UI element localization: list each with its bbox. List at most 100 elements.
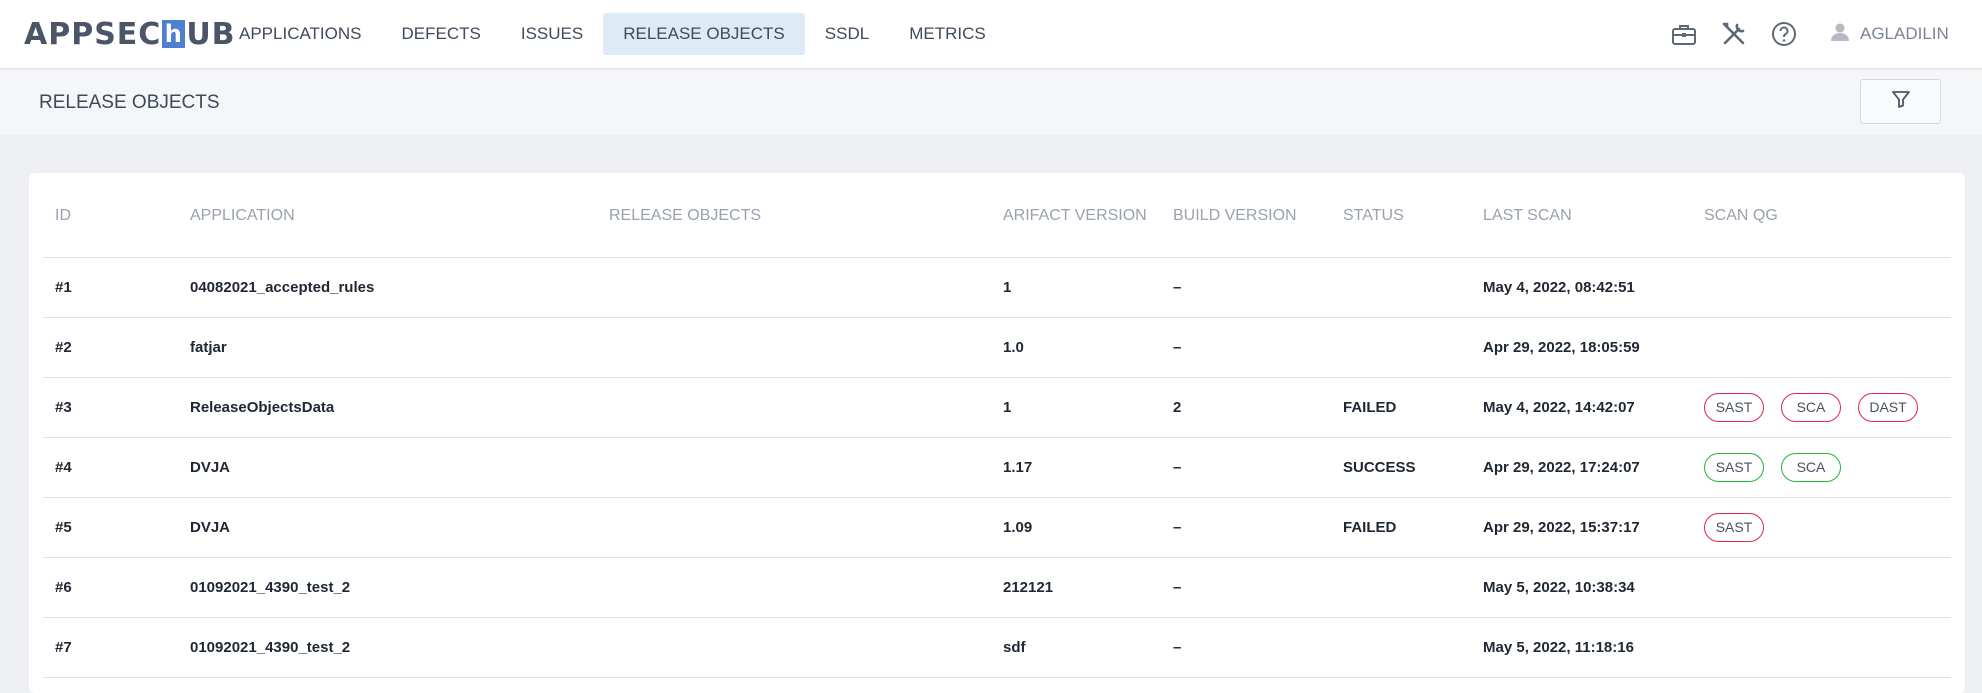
row-id: #2: [43, 317, 178, 378]
table-row[interactable]: #6 01092021_4390_test_2 212121– May 5, 2022…: [43, 557, 1951, 618]
row-artifact-version: 1.09: [991, 497, 1161, 558]
row-id: #4: [43, 437, 178, 498]
row-last-scan: Apr 29, 2022, 17:24:07: [1471, 437, 1692, 498]
row-release-objects: [597, 317, 991, 378]
row-id: #7: [43, 617, 178, 678]
scan-qg-badge-sast[interactable]: SAST: [1704, 512, 1764, 542]
nav-item-ssdl[interactable]: SSDL: [805, 13, 889, 55]
filter-button[interactable]: [1860, 79, 1941, 124]
row-build-version: –: [1161, 257, 1331, 318]
table-row[interactable]: #7 01092021_4390_test_2 sdf – May 5, 2022, 1…: [43, 617, 1951, 678]
column-header-scan-qg[interactable]: SCAN QG: [1692, 173, 1951, 258]
user-menu[interactable]: AGLADILIN: [1830, 22, 1949, 47]
table-row[interactable]: #2 fatjar 1.0– Apr 29, 2022, 18:05:59: [43, 317, 1951, 378]
row-artifact-version: 1: [991, 257, 1161, 318]
row-scan-qg: [1692, 617, 1951, 678]
user-icon: [1830, 22, 1850, 47]
row-scan-qg: [1692, 257, 1951, 318]
row-status: FAILED: [1331, 497, 1471, 558]
nav-item-issues[interactable]: ISSUES: [501, 13, 603, 55]
row-last-scan: May 5, 2022, 11:18:16: [1471, 617, 1692, 678]
column-header-application[interactable]: APPLICATION: [178, 173, 597, 258]
row-last-scan: May 4, 2022, 14:42:07: [1471, 377, 1692, 438]
main-nav: APPLICATIONS DEFECTS ISSUES RELEASE OBJE…: [219, 13, 1006, 55]
row-build-version: –: [1161, 557, 1331, 618]
row-artifact-version: 212121: [991, 557, 1161, 618]
row-build-version: –: [1161, 437, 1331, 498]
release-objects-card: ID APPLICATION RELEASE OBJECTS ARIFACT V…: [29, 173, 1965, 693]
row-status: SUCCESS: [1331, 437, 1471, 498]
row-application: DVJA: [178, 497, 597, 558]
row-id: #6: [43, 557, 178, 618]
row-scan-qg: SAST: [1692, 497, 1951, 558]
row-scan-qg: SAST SCA DAST: [1692, 377, 1951, 438]
row-last-scan: May 5, 2022, 10:38:34: [1471, 557, 1692, 618]
help-icon[interactable]: [1768, 18, 1800, 50]
column-header-artifact-version[interactable]: ARIFACT VERSION: [991, 173, 1161, 258]
scan-qg-badge-sast[interactable]: SAST: [1704, 392, 1764, 422]
appsechub-logo[interactable]: APPSEC h UB: [24, 14, 236, 54]
table-row[interactable]: #4 DVJA 1.17– SUCCESS Apr 29, 2022, 17:24:07…: [43, 437, 1951, 498]
row-status: FAILED: [1331, 377, 1471, 438]
row-application: fatjar: [178, 317, 597, 378]
table-row[interactable]: #1 04082021_accepted_rules 1– May 4, 2022, …: [43, 257, 1951, 318]
logo-h-mark: h: [162, 20, 186, 48]
nav-item-defects[interactable]: DEFECTS: [382, 13, 501, 55]
column-header-build-version[interactable]: BUILD VERSION: [1161, 173, 1331, 258]
nav-item-applications[interactable]: APPLICATIONS: [219, 13, 382, 55]
column-header-id[interactable]: ID: [43, 173, 178, 258]
table-header-row: ID APPLICATION RELEASE OBJECTS ARIFACT V…: [43, 173, 1951, 258]
row-application: DVJA: [178, 437, 597, 498]
nav-item-metrics[interactable]: METRICS: [889, 13, 1006, 55]
page-header: RELEASE OBJECTS: [0, 70, 1982, 135]
filter-icon: [1890, 88, 1912, 115]
page-title: RELEASE OBJECTS: [39, 92, 220, 113]
row-release-objects: [597, 257, 991, 318]
row-status: [1331, 617, 1471, 678]
row-id: #5: [43, 497, 178, 558]
table-row[interactable]: #5 DVJA 1.09– FAILED Apr 29, 2022, 15:37:17 S…: [43, 497, 1951, 558]
release-objects-table: ID APPLICATION RELEASE OBJECTS ARIFACT V…: [43, 173, 1951, 678]
row-application: 01092021_4390_test_2: [178, 557, 597, 618]
row-scan-qg: [1692, 317, 1951, 378]
column-header-last-scan[interactable]: LAST SCAN: [1471, 173, 1692, 258]
scan-qg-badge-sca[interactable]: SCA: [1781, 392, 1841, 422]
row-status: [1331, 557, 1471, 618]
column-header-release-objects[interactable]: RELEASE OBJECTS: [597, 173, 991, 258]
tools-icon[interactable]: [1718, 18, 1750, 50]
row-application: 04082021_accepted_rules: [178, 257, 597, 318]
row-scan-qg: [1692, 557, 1951, 618]
row-status: [1331, 257, 1471, 318]
column-header-status[interactable]: STATUS: [1331, 173, 1471, 258]
row-build-version: –: [1161, 317, 1331, 378]
row-id: #3: [43, 377, 178, 438]
row-release-objects: [597, 557, 991, 618]
row-application: 01092021_4390_test_2: [178, 617, 597, 678]
briefcase-icon[interactable]: [1668, 18, 1700, 50]
row-build-version: 2: [1161, 377, 1331, 438]
row-artifact-version: 1.17: [991, 437, 1161, 498]
table-row[interactable]: #3 ReleaseObjectsData 1 2 FAILED May 4, 2022,…: [43, 377, 1951, 438]
row-id: #1: [43, 257, 178, 318]
row-release-objects: [597, 437, 991, 498]
scan-qg-badge-sast[interactable]: SAST: [1704, 452, 1764, 482]
row-artifact-version: 1: [991, 377, 1161, 438]
row-artifact-version: sdf: [991, 617, 1161, 678]
row-status: [1331, 317, 1471, 378]
row-artifact-version: 1.0: [991, 317, 1161, 378]
row-last-scan: Apr 29, 2022, 18:05:59: [1471, 317, 1692, 378]
header-actions: AGLADILIN: [1668, 18, 1949, 50]
nav-item-release-objects[interactable]: RELEASE OBJECTS: [603, 13, 805, 55]
logo-text-start: APPSEC: [24, 16, 162, 52]
row-last-scan: May 4, 2022, 08:42:51: [1471, 257, 1692, 318]
row-release-objects: [597, 617, 991, 678]
scan-qg-badge-sca[interactable]: SCA: [1781, 452, 1841, 482]
scan-qg-badge-dast[interactable]: DAST: [1858, 392, 1918, 422]
row-last-scan: Apr 29, 2022, 15:37:17: [1471, 497, 1692, 558]
row-scan-qg: SAST SCA: [1692, 437, 1951, 498]
row-build-version: –: [1161, 497, 1331, 558]
row-build-version: –: [1161, 617, 1331, 678]
user-name: AGLADILIN: [1860, 24, 1949, 43]
row-release-objects: [597, 497, 991, 558]
row-application: ReleaseObjectsData: [178, 377, 597, 438]
